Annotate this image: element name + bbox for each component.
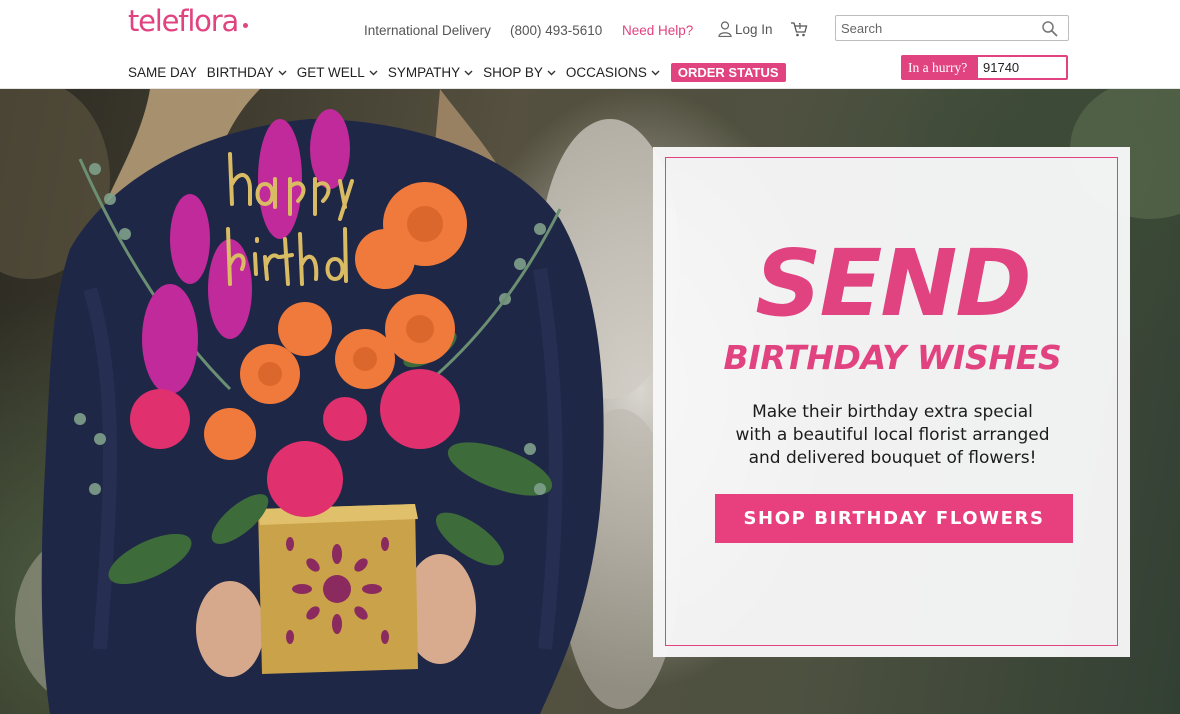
order-status-button[interactable]: ORDER STATUS <box>670 63 786 82</box>
nav-sympathy[interactable]: SYMPATHY <box>388 65 473 80</box>
nav-occasions-label: OCCASIONS <box>565 65 647 80</box>
chevron-down-icon <box>547 70 556 75</box>
logo-dot <box>243 23 248 28</box>
search-box <box>835 15 1069 41</box>
hurry-zip-widget: In a hurry? <box>901 55 1068 80</box>
shopping-cart-icon[interactable] <box>790 20 808 38</box>
nav-sympathy-label: SYMPATHY <box>387 65 461 80</box>
user-icon <box>718 21 732 37</box>
nav-shop-by-label: SHOP BY <box>483 65 543 80</box>
nav-occasions[interactable]: OCCASIONS <box>566 65 660 80</box>
shop-birthday-flowers-button[interactable]: SHOP BIRTHDAY FLOWERS <box>715 494 1073 543</box>
promo-subheadline: BIRTHDAY WISHES <box>723 338 1062 377</box>
international-delivery-link[interactable]: International Delivery <box>364 23 491 38</box>
login-label: Log In <box>735 21 773 37</box>
need-help-link[interactable]: Need Help? <box>622 23 693 38</box>
zip-code-input[interactable] <box>978 57 1066 78</box>
search-icon[interactable] <box>1041 20 1058 37</box>
phone-number-link[interactable]: (800) 493-5610 <box>510 23 602 38</box>
nav-get-well[interactable]: GET WELL <box>297 65 378 80</box>
promo-headline: SEND <box>755 230 1031 337</box>
promo-body-line: and delivered bouquet of flowers! <box>748 448 1037 468</box>
nav-birthday[interactable]: BIRTHDAY <box>207 65 287 80</box>
chevron-down-icon <box>278 70 287 75</box>
nav-birthday-label: BIRTHDAY <box>206 65 274 80</box>
chevron-down-icon <box>651 70 660 75</box>
promo-card: SEND BIRTHDAY WISHES Make their birthday… <box>653 147 1130 657</box>
promo-frame: SEND BIRTHDAY WISHES Make their birthday… <box>665 157 1118 646</box>
nav-shop-by[interactable]: SHOP BY <box>483 65 556 80</box>
login-link[interactable]: Log In <box>718 21 773 37</box>
main-nav: SAME DAY BIRTHDAY GET WELL SYMPATHY SHOP… <box>128 63 786 82</box>
nav-same-day[interactable]: SAME DAY <box>128 65 197 80</box>
promo-body: Make their birthday extra special with a… <box>706 401 1079 470</box>
promo-body-line: Make their birthday extra special <box>752 402 1033 422</box>
hero-banner[interactable]: SEND BIRTHDAY WISHES Make their birthday… <box>0 89 1180 714</box>
nav-same-day-label: SAME DAY <box>128 65 197 80</box>
teleflora-logo[interactable]: teleflora <box>128 4 239 38</box>
chevron-down-icon <box>464 70 473 75</box>
nav-get-well-label: GET WELL <box>296 65 365 80</box>
site-header: teleflora International Delivery (800) 4… <box>0 0 1180 89</box>
search-input[interactable] <box>836 16 1036 40</box>
hurry-label: In a hurry? <box>908 60 968 75</box>
chevron-down-icon <box>369 70 378 75</box>
promo-body-line: with a beautiful local florist arranged <box>735 425 1050 445</box>
